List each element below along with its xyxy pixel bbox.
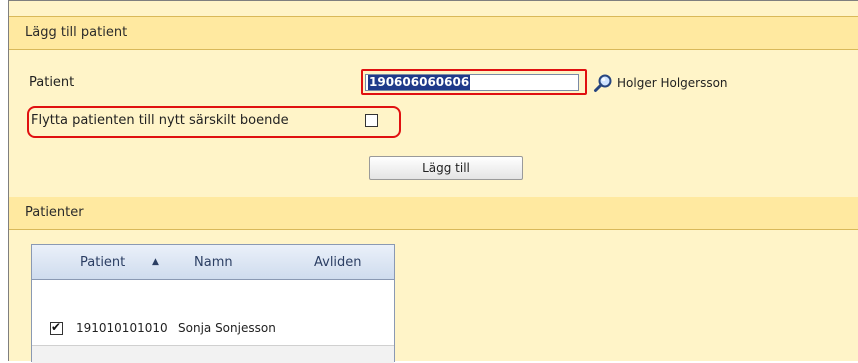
patients-grid: Patient ▲ Namn Avliden 191010101010 Sonj… (31, 244, 395, 363)
column-header-deceased[interactable]: Avliden (314, 255, 362, 270)
magnifier-icon[interactable] (593, 73, 613, 93)
row-select-checkbox[interactable] (50, 320, 63, 335)
row-patient-name: Sonja Sonjesson (178, 321, 276, 335)
add-patient-panel: Lägg till patient Patient 190606060606 H… (8, 0, 858, 363)
move-patient-checkbox[interactable] (365, 114, 378, 127)
add-patient-button[interactable]: Lägg till (369, 156, 523, 180)
move-patient-label: Flytta patienten till nytt särskilt boen… (31, 113, 289, 128)
sort-ascending-icon: ▲ (152, 257, 159, 267)
patient-label: Patient (29, 75, 75, 90)
add-patient-title: Lägg till patient (25, 25, 128, 40)
table-row-empty (32, 345, 394, 363)
patients-title: Patienter (25, 205, 84, 220)
column-header-patient[interactable]: Patient (80, 255, 125, 270)
column-header-name[interactable]: Namn (194, 255, 233, 270)
add-patient-header: Lägg till patient (9, 16, 858, 50)
patients-grid-header: Patient ▲ Namn Avliden (32, 245, 394, 280)
patient-name: Holger Holgersson (617, 76, 728, 90)
patient-id-highlight (361, 69, 587, 95)
patients-header: Patienter (9, 197, 858, 230)
row-patient-id: 191010101010 (76, 321, 168, 335)
